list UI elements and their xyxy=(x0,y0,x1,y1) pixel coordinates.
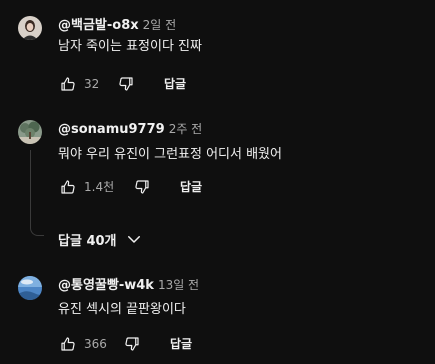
comment-header: @sonamu9779 2주 전 xyxy=(58,120,202,138)
like-count: 366 xyxy=(84,337,107,351)
replies-count-label: 답글 40개 xyxy=(58,233,117,249)
chevron-down-icon xyxy=(127,236,140,243)
comment-text: 뭐야 우리 유진이 그런표정 어디서 배웠어 xyxy=(58,147,282,162)
like-count: 32 xyxy=(84,77,100,91)
dislike-button[interactable] xyxy=(130,175,154,199)
thumbs-down-icon xyxy=(135,180,149,194)
comment-author[interactable]: @통영꿀빵-w4k xyxy=(58,278,154,293)
comment-text: 유진 섹시의 끝판왕이다 xyxy=(58,302,186,317)
thread-connector xyxy=(30,226,44,236)
avatar[interactable] xyxy=(18,120,42,144)
comment-header: @백금발-o8x 2일 전 xyxy=(58,16,176,34)
reply-button[interactable]: 답글 xyxy=(180,179,202,195)
reply-button[interactable]: 답글 xyxy=(170,336,192,352)
thumbs-up-icon xyxy=(61,180,75,194)
dislike-button[interactable] xyxy=(114,72,138,96)
reply-button[interactable]: 답글 xyxy=(164,76,186,92)
comment-time[interactable]: 13일 전 xyxy=(158,278,199,292)
comment-actions: 1.4천 답글 xyxy=(56,175,256,199)
like-count: 1.4천 xyxy=(84,180,115,194)
thread-line xyxy=(30,150,31,226)
thumbs-up-icon xyxy=(61,337,75,351)
comment-text: 남자 죽이는 표정이다 진짜 xyxy=(58,39,202,54)
like-button[interactable] xyxy=(56,332,80,356)
thumbs-up-icon xyxy=(61,77,75,91)
comment-actions: 32 답글 xyxy=(56,72,256,96)
dislike-button[interactable] xyxy=(120,332,144,356)
like-button[interactable] xyxy=(56,72,80,96)
like-button[interactable] xyxy=(56,175,80,199)
comment-author[interactable]: @백금발-o8x xyxy=(58,18,139,33)
comment-actions: 366 답글 xyxy=(56,332,256,356)
avatar[interactable] xyxy=(18,16,42,40)
comment-author[interactable]: @sonamu9779 xyxy=(58,122,165,137)
show-replies-button[interactable]: 답글 40개 xyxy=(58,228,143,250)
avatar[interactable] xyxy=(18,276,42,300)
comment-time[interactable]: 2일 전 xyxy=(143,18,177,32)
thumbs-down-icon xyxy=(119,77,133,91)
comment-header: @통영꿀빵-w4k 13일 전 xyxy=(58,276,199,294)
comment-time[interactable]: 2주 전 xyxy=(169,122,203,136)
thumbs-down-icon xyxy=(125,337,139,351)
